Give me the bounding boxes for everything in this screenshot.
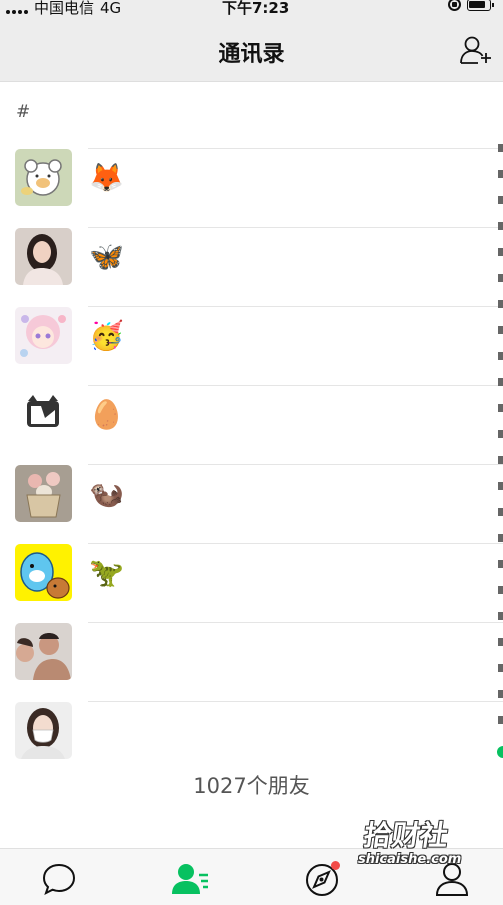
friend-count: 1027个朋友 (193, 774, 310, 798)
avatar-cat-in-basket (15, 465, 72, 522)
network-label: 4G (100, 0, 122, 17)
contact-list: 🦊 🦋 🥳 🥚 🦦 🦖 (0, 132, 503, 777)
tab-bar (0, 848, 503, 905)
avatar-blue-dinosaur (15, 544, 72, 601)
contact-row[interactable] (0, 702, 503, 777)
discover-badge (331, 861, 340, 870)
tab-chats[interactable] (39, 859, 79, 899)
avatar-masked-girl (15, 702, 72, 759)
status-right (448, 0, 494, 11)
contact-row[interactable]: 🦖 (0, 544, 503, 623)
contact-name: 🦦 (89, 477, 124, 510)
tab-me[interactable] (432, 859, 472, 899)
section-letter: # (16, 102, 31, 122)
contact-name: 🦋 (89, 240, 124, 273)
section-header: # (0, 82, 503, 132)
contact-name: 🥚 (89, 398, 124, 431)
tab-discover[interactable] (302, 859, 342, 899)
contact-name: 🦖 (89, 556, 124, 589)
contact-name: 🦊 (89, 161, 124, 194)
chat-bubble-icon (42, 863, 76, 895)
rotation-lock-icon (448, 0, 461, 11)
avatar-girl-photo (15, 228, 72, 285)
avatar-black-white-cat (15, 386, 72, 443)
alphabet-index[interactable] (496, 140, 503, 788)
person-icon (435, 863, 469, 896)
contact-row[interactable]: 🦊 (0, 149, 503, 228)
contact-row[interactable]: 🦋 (0, 228, 503, 307)
contact-row[interactable]: 🦦 (0, 465, 503, 544)
contacts-icon (172, 864, 208, 894)
battery-icon (467, 0, 494, 11)
tab-contacts[interactable] (170, 859, 210, 899)
contact-name: 🥳 (89, 319, 124, 352)
add-friend-button[interactable] (459, 34, 493, 66)
status-left: 中国电信 4G (6, 0, 121, 18)
carrier-label: 中国电信 (34, 0, 95, 17)
contact-row[interactable] (0, 623, 503, 702)
avatar-cartoon-bear (15, 149, 72, 206)
avatar-anime-girl (15, 307, 72, 364)
signal-icon (6, 2, 28, 14)
status-time: 下午7:23 (222, 0, 290, 17)
contact-row[interactable]: 🥳 (0, 307, 503, 386)
status-bar: 中国电信 4G 下午7:23 (0, 0, 503, 20)
alphabet-index-glyphs (497, 144, 503, 758)
contact-row-partial[interactable] (0, 132, 503, 149)
contact-row[interactable]: 🥚 (0, 386, 503, 465)
add-friend-icon (460, 36, 491, 64)
page-title: 通讯录 (218, 42, 285, 67)
avatar-couple-photo (15, 623, 72, 680)
nav-bar: 通讯录 (0, 20, 503, 82)
